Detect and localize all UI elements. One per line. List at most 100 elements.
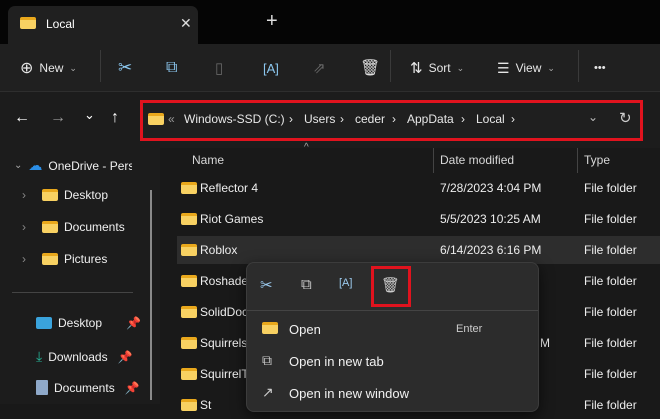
up-button[interactable]: ↑ [111, 109, 119, 127]
copy-icon[interactable]: ⧉ [301, 276, 312, 293]
pin-icon: 📌 [126, 316, 141, 330]
divider [247, 310, 538, 311]
quick-access-downloads[interactable]: ⤓ Downloads 📌 [36, 348, 133, 365]
rename-icon[interactable]: [A] [263, 44, 279, 92]
folder-icon [42, 189, 58, 201]
folder-icon [42, 253, 58, 265]
highlight-box [371, 266, 411, 307]
back-button[interactable]: ← [14, 109, 30, 127]
file-name: Reflector 4 [200, 181, 259, 195]
folder-icon [181, 337, 197, 349]
file-name: Squirrels [200, 336, 248, 350]
label: OneDrive - Perso [48, 158, 133, 173]
file-type: File folder [584, 367, 637, 381]
file-type: File folder [584, 336, 637, 350]
menu-item-open-new-tab[interactable]: ⧉ Open in new tab [247, 346, 540, 376]
divider [100, 50, 101, 82]
context-menu: ✂ ⧉ [A] 🗑 Open Enter ⧉ Open in new tab ↗ Op… [246, 262, 539, 412]
pin-icon: 📌 [117, 349, 133, 364]
file-row[interactable]: Reflector 4 7/28/2023 4:04 PM File folder [177, 174, 660, 202]
folder-icon [181, 244, 197, 256]
file-type: File folder [584, 274, 637, 288]
folder-icon [181, 399, 197, 411]
folder-icon [181, 182, 197, 194]
sidebar-scrollbar[interactable] [150, 190, 152, 400]
delete-icon[interactable]: 🗑 [360, 44, 380, 92]
column-header-type[interactable]: Type [584, 153, 610, 167]
file-date: 5/5/2023 10:25 AM [440, 212, 541, 226]
recent-locations-button[interactable]: ⌄ [84, 107, 95, 123]
folder-icon [181, 213, 197, 225]
divider [12, 292, 133, 293]
view-button[interactable]: ☰ View ⌄ [497, 44, 555, 92]
sidebar-item-pictures[interactable]: › Pictures [22, 252, 107, 266]
label: Open in new tab [289, 354, 384, 369]
column-header-name[interactable]: Name [192, 153, 224, 167]
file-type: File folder [584, 212, 637, 226]
label: Downloads [48, 349, 108, 364]
folder-icon [181, 275, 197, 287]
new-window-icon: ↗ [262, 384, 274, 400]
document-icon [36, 380, 48, 395]
file-type: File folder [584, 243, 637, 257]
sort-label: Sort [428, 61, 451, 75]
file-type: File folder [584, 305, 637, 319]
download-icon: ⤓ [36, 348, 43, 364]
sort-button[interactable]: ⇅ Sort ⌄ [410, 44, 464, 92]
divider [390, 50, 391, 82]
label: Documents [64, 220, 125, 234]
divider [578, 50, 579, 82]
sidebar-item-desktop[interactable]: › Desktop [22, 188, 108, 202]
pin-icon: 📌 [124, 380, 140, 395]
new-tab-icon: ⧉ [262, 352, 272, 368]
file-type: File folder [584, 181, 637, 195]
tab-local[interactable]: Local ✕ [8, 6, 198, 44]
label: Open in new window [289, 386, 409, 401]
sidebar [0, 148, 160, 404]
file-name: Roshade [200, 274, 249, 288]
view-icon: ☰ [497, 59, 510, 76]
quick-access-desktop[interactable]: Desktop 📌 [36, 316, 141, 330]
folder-icon [20, 17, 36, 29]
tab-title: Local [46, 17, 75, 31]
close-tab-icon[interactable]: ✕ [180, 15, 192, 32]
file-type: File folder [584, 398, 637, 412]
file-row[interactable]: Riot Games 5/5/2023 10:25 AM File folder [177, 205, 660, 233]
forward-button[interactable]: → [50, 109, 66, 127]
folder-open-icon [262, 322, 278, 334]
label: Pictures [64, 252, 108, 266]
new-tab-button[interactable]: + [266, 10, 278, 33]
sidebar-item-documents[interactable]: › Documents [22, 220, 125, 234]
folder-icon [181, 368, 197, 380]
file-date: 7/28/2023 4:04 PM [440, 181, 542, 195]
folder-icon [42, 221, 58, 233]
quick-access-documents[interactable]: Documents 📌 [36, 380, 140, 395]
copy-icon[interactable]: ⧉ [166, 44, 177, 92]
share-icon[interactable]: ⇗ [313, 44, 326, 92]
label: Desktop [58, 316, 103, 330]
new-button[interactable]: ⊕ New ⌄ [20, 44, 77, 92]
rename-icon[interactable]: [A] [339, 277, 352, 289]
plus-circle-icon: ⊕ [20, 60, 34, 77]
cut-icon[interactable]: ✂ [118, 44, 132, 92]
folder-icon [181, 306, 197, 318]
file-name: SquirrelT [200, 367, 249, 381]
sidebar-item-onedrive[interactable]: ⌄ ☁ OneDrive - Perso [14, 157, 132, 174]
cloud-icon: ☁ [28, 157, 43, 173]
paste-icon[interactable]: ▯ [215, 44, 223, 92]
cut-icon[interactable]: ✂ [260, 276, 273, 294]
sort-ascending-icon: ^ [304, 142, 309, 153]
toolbar: ⊕ New ⌄ ✂ ⧉ ▯ [A] ⇗ 🗑 ⇅ Sort ⌄ ☰ View ⌄ ••• [0, 44, 660, 92]
new-label: New [39, 61, 64, 75]
column-header-date[interactable]: Date modified [440, 153, 514, 167]
view-label: View [515, 61, 542, 75]
file-date: M [540, 336, 550, 350]
highlight-box [140, 100, 643, 141]
sort-icon: ⇅ [410, 60, 423, 77]
more-options-button[interactable]: ••• [594, 44, 606, 92]
menu-item-open[interactable]: Open Enter [247, 314, 540, 344]
file-date: 6/14/2023 6:16 PM [440, 243, 542, 257]
shortcut: Enter [456, 323, 483, 335]
file-name: SolidDoc [200, 305, 249, 319]
file-row-selected[interactable]: Roblox 6/14/2023 6:16 PM File folder [177, 236, 660, 264]
